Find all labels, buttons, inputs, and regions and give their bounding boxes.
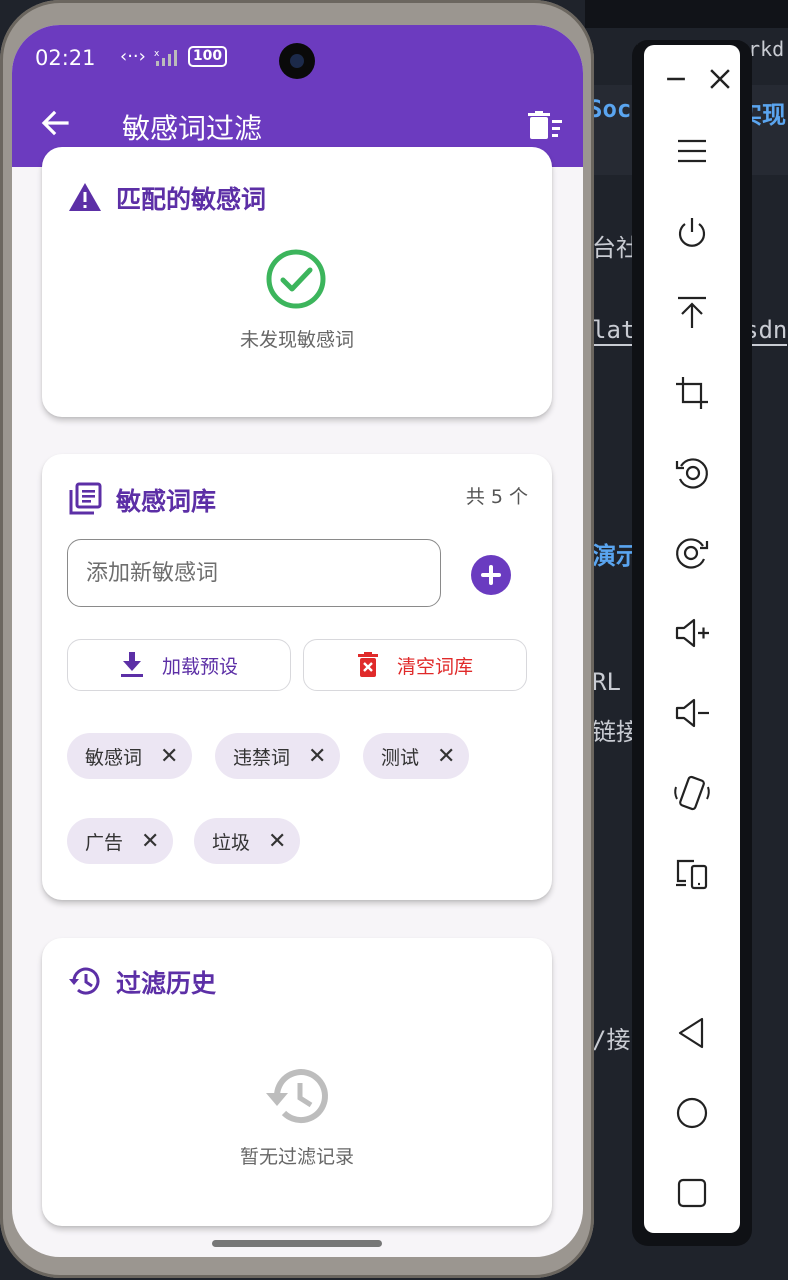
gesture-home-bar[interactable] — [212, 1240, 382, 1247]
volume-up-icon — [675, 618, 709, 648]
data-transfer-icon: ‹··› — [120, 46, 146, 67]
word-chip: 测试 ✕ — [363, 733, 470, 779]
matched-words-title: 匹配的敏感词 — [116, 185, 267, 214]
shake-icon — [674, 775, 710, 811]
emulator-side-toolbar — [644, 45, 740, 1233]
word-chip-label: 测试 — [381, 746, 420, 769]
power-button[interactable] — [672, 213, 712, 253]
status-time: 02:21 — [35, 46, 96, 70]
word-chip: 敏感词 ✕ — [67, 733, 193, 779]
content-scroll[interactable]: 匹配的敏感词 未发现敏感词 敏感词库 共 5 个 添加新敏感词 加载预设 清空词… — [12, 147, 583, 1257]
clear-history-button[interactable] — [528, 111, 564, 141]
history-icon — [69, 967, 100, 995]
phone-screen: 02:21 ‹··› x 100 敏感词过滤 匹配的敏感词 未发现敏感词 敏感词… — [12, 25, 583, 1257]
status-icons: ‹··› x 100 — [120, 46, 228, 67]
new-word-input[interactable] — [68, 540, 440, 606]
rotate-right-icon — [676, 538, 709, 569]
always-on-top-button[interactable] — [672, 293, 712, 333]
screenshot-button[interactable] — [672, 373, 712, 413]
word-chip-label: 垃圾 — [212, 831, 251, 854]
delete-sweep-icon — [528, 111, 562, 139]
filter-history-title: 过滤历史 — [116, 969, 217, 998]
remove-word-icon[interactable]: ✕ — [141, 829, 159, 854]
editor-text-4: lat — [592, 316, 636, 346]
rotate-left-button[interactable] — [672, 453, 712, 493]
nav-home-button[interactable] — [672, 1093, 712, 1133]
filter-history-card: 过滤历史 暂无过滤记录 — [42, 938, 552, 1226]
arrow-left-icon — [41, 110, 69, 136]
delete-forever-icon — [357, 652, 378, 677]
nav-recents-button[interactable] — [672, 1173, 712, 1213]
download-icon — [120, 652, 143, 677]
volume-up-button[interactable] — [672, 613, 712, 653]
close-button[interactable] — [700, 59, 730, 95]
phone-frame: 02:21 ‹··› x 100 敏感词过滤 匹配的敏感词 未发现敏感词 敏感词… — [0, 0, 594, 1278]
minimize-button[interactable] — [656, 59, 685, 95]
new-word-field[interactable] — [67, 539, 441, 607]
back-icon — [678, 1017, 704, 1049]
check-circle-icon — [266, 249, 326, 309]
word-chip: 违禁词 ✕ — [215, 733, 341, 779]
back-button[interactable] — [39, 107, 71, 139]
editor-tabbar — [585, 0, 788, 28]
front-camera — [279, 43, 315, 79]
word-chip: 垃圾 ✕ — [194, 818, 301, 864]
word-count: 共 5 个 — [465, 486, 528, 508]
crop-icon — [676, 377, 708, 409]
history-empty-icon — [266, 1069, 328, 1124]
rotate-left-icon — [675, 458, 708, 489]
power-icon — [678, 218, 706, 247]
warning-icon — [69, 183, 101, 211]
clear-library-button[interactable]: 清空词库 — [303, 639, 527, 691]
library-books-icon — [69, 482, 102, 515]
remove-word-icon[interactable]: ✕ — [308, 744, 326, 769]
volume-down-button[interactable] — [672, 693, 712, 733]
remove-word-icon[interactable]: ✕ — [160, 744, 178, 769]
page-title: 敏感词过滤 — [122, 112, 263, 145]
word-library-card: 敏感词库 共 5 个 加载预设 — [42, 454, 552, 900]
switch-device-button[interactable] — [672, 853, 712, 893]
pin-top-icon — [678, 296, 706, 328]
editor-text-9: /接 — [592, 1026, 631, 1054]
home-icon — [676, 1097, 708, 1129]
shake-button[interactable] — [672, 773, 712, 813]
menu-icon — [678, 139, 706, 163]
word-chip-label: 敏感词 — [85, 746, 143, 769]
matched-words-card: 匹配的敏感词 未发现敏感词 — [42, 147, 552, 417]
no-history-text: 暂无过滤记录 — [239, 1146, 354, 1168]
close-icon — [710, 69, 730, 89]
add-word-button[interactable] — [471, 555, 511, 595]
recents-icon — [677, 1178, 707, 1208]
svg-text:x: x — [154, 49, 160, 59]
battery-indicator: 100 — [187, 46, 228, 67]
no-matches-text: 未发现敏感词 — [239, 329, 354, 351]
minimize-icon — [667, 77, 685, 81]
nav-back-button[interactable] — [672, 1013, 712, 1053]
load-preset-label: 加载预设 — [161, 655, 238, 678]
signal-icon: x — [154, 49, 177, 66]
rotate-right-button[interactable] — [672, 533, 712, 573]
menu-button[interactable] — [672, 131, 712, 171]
load-preset-button[interactable]: 加载预设 — [67, 639, 291, 691]
remove-word-icon[interactable]: ✕ — [268, 829, 286, 854]
word-chip-label: 广告 — [85, 831, 124, 854]
editor-text-7: RL — [592, 668, 621, 696]
word-chip: 广告 ✕ — [67, 818, 174, 864]
volume-down-icon — [675, 698, 709, 728]
clear-library-label: 清空词库 — [396, 655, 473, 678]
word-chip-label: 违禁词 — [233, 746, 291, 769]
word-library-title: 敏感词库 — [116, 487, 217, 516]
remove-word-icon[interactable]: ✕ — [437, 744, 455, 769]
app-bar: 02:21 ‹··› x 100 敏感词过滤 — [12, 25, 583, 167]
switch-device-icon — [676, 859, 708, 890]
